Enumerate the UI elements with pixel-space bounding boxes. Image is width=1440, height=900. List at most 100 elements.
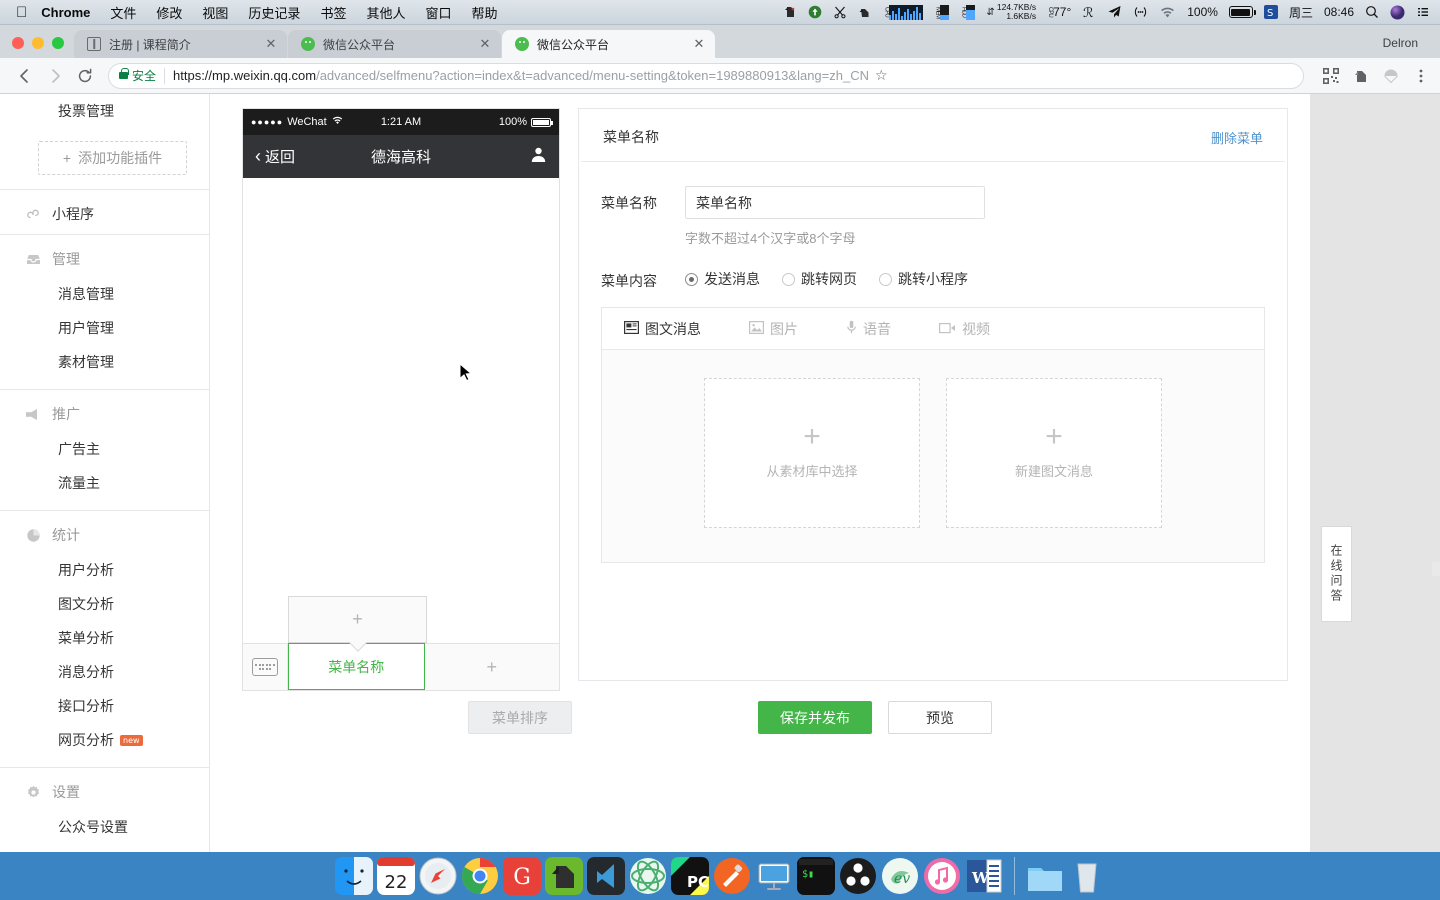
add-plugin-button[interactable]: + 添加功能插件 bbox=[38, 141, 187, 175]
menu-item-people[interactable]: 其他人 bbox=[366, 3, 405, 22]
dock-item-genymotion[interactable]: G bbox=[503, 857, 541, 895]
cpu-graph-icon[interactable]: CPU bbox=[883, 5, 923, 20]
dock-item-finder[interactable] bbox=[335, 857, 373, 895]
sidebar-item-user-management[interactable]: 用户管理 bbox=[0, 311, 209, 345]
temperature-indicator[interactable]: CPU 77° bbox=[1047, 5, 1071, 19]
dock-item-evernote[interactable] bbox=[545, 857, 583, 895]
select-from-library-dropzone[interactable]: + 从素材库中选择 bbox=[704, 378, 920, 528]
hdd-icon[interactable]: HDD bbox=[960, 5, 975, 20]
person-icon[interactable] bbox=[530, 146, 547, 168]
dots-circle-icon[interactable] bbox=[1133, 5, 1148, 19]
tab-voice[interactable]: 语音 bbox=[846, 319, 891, 339]
wifi-icon[interactable] bbox=[1159, 6, 1176, 19]
dock-item-atom[interactable] bbox=[629, 857, 667, 895]
reload-button-icon[interactable] bbox=[70, 61, 100, 91]
radio-send-message[interactable]: 发送消息 bbox=[685, 269, 760, 289]
chrome-profile-name[interactable]: Delron bbox=[1373, 33, 1428, 53]
arrow-up-circle-icon[interactable] bbox=[808, 5, 822, 19]
sidebar-item-article-analysis[interactable]: 图文分析 bbox=[0, 587, 209, 621]
add-menu-button[interactable]: + bbox=[425, 644, 560, 690]
browser-tab-3-active[interactable]: 微信公众平台 ✕ bbox=[502, 30, 715, 58]
sidebar-item-account-settings[interactable]: 公众号设置 bbox=[0, 810, 209, 844]
battery-icon[interactable] bbox=[1229, 6, 1253, 18]
browser-tab-1[interactable]: 注册 | 课程简介 ✕ bbox=[74, 30, 287, 58]
evernote-icon[interactable] bbox=[1352, 67, 1370, 85]
menu-item-help[interactable]: 帮助 bbox=[471, 3, 497, 22]
radio-open-miniprogram[interactable]: 跳转小程序 bbox=[879, 269, 968, 289]
evernote-status-icon[interactable] bbox=[783, 5, 797, 19]
tab-article-message[interactable]: 图文消息 bbox=[624, 319, 701, 339]
sidebar-item-vote-management[interactable]: 投票管理 bbox=[0, 94, 209, 128]
dock-item-word[interactable]: W bbox=[965, 857, 1003, 895]
forward-button-icon[interactable] bbox=[40, 61, 70, 91]
address-bar[interactable]: 安全 https://mp.weixin.qq.com/advanced/sel… bbox=[108, 63, 1304, 89]
dock-item-safari[interactable] bbox=[419, 857, 457, 895]
online-qa-tab[interactable]: 在线问答 bbox=[1321, 526, 1352, 622]
browser-tab-2[interactable]: 微信公众平台 ✕ bbox=[288, 30, 501, 58]
dock-item-pycharm[interactable]: PC bbox=[671, 857, 709, 895]
notification-center-icon[interactable] bbox=[1416, 5, 1430, 19]
siri-icon[interactable] bbox=[1390, 5, 1405, 20]
sidebar-item-message-management[interactable]: 消息管理 bbox=[0, 277, 209, 311]
menu-item-window[interactable]: 窗口 bbox=[425, 3, 451, 22]
menu-name-input[interactable] bbox=[685, 186, 985, 219]
sidebar-item-wechat-certification[interactable]: 微信认证 bbox=[0, 844, 209, 852]
network-speed-indicator[interactable]: ⇵ 124.7KB/s 1.6KB/s bbox=[986, 3, 1036, 21]
dock-item-trash[interactable] bbox=[1068, 857, 1106, 895]
sidebar-item-menu-analysis[interactable]: 菜单分析 bbox=[0, 621, 209, 655]
dock-item-xcode[interactable] bbox=[713, 857, 751, 895]
save-and-publish-button[interactable]: 保存并发布 bbox=[758, 701, 872, 734]
scissors-icon[interactable] bbox=[833, 5, 847, 19]
sidebar-item-advertiser[interactable]: 广告主 bbox=[0, 432, 209, 466]
clock-time[interactable]: 08:46 bbox=[1324, 5, 1354, 19]
keyboard-toggle-button[interactable] bbox=[243, 644, 288, 690]
dock-item-calendar[interactable]: 22 bbox=[377, 857, 415, 895]
menu-item-file[interactable]: 文件 bbox=[110, 3, 136, 22]
spotlight-search-icon[interactable] bbox=[1365, 5, 1379, 19]
tab-close-icon[interactable]: ✕ bbox=[691, 36, 707, 52]
back-button-icon[interactable] bbox=[10, 61, 40, 91]
submenu-add-panel[interactable]: + bbox=[288, 596, 427, 643]
dock-item-itunes[interactable] bbox=[923, 857, 961, 895]
menu-item-bookmarks[interactable]: 书签 bbox=[320, 3, 346, 22]
dock-item-obs[interactable] bbox=[839, 857, 877, 895]
sidebar-item-miniprogram[interactable]: 小程序 bbox=[0, 204, 209, 224]
sidebar-item-message-analysis[interactable]: 消息分析 bbox=[0, 655, 209, 689]
sidebar-item-webpage-analysis[interactable]: 网页分析new bbox=[0, 723, 209, 757]
paper-plane-icon[interactable] bbox=[1107, 5, 1122, 19]
menu-item-view[interactable]: 视图 bbox=[202, 3, 228, 22]
tab-close-icon[interactable]: ✕ bbox=[263, 36, 279, 52]
tab-image[interactable]: 图片 bbox=[749, 319, 798, 339]
memory-icon[interactable]: MEM bbox=[934, 5, 949, 20]
dock-item-vscode[interactable] bbox=[587, 857, 625, 895]
delete-menu-link[interactable]: 删除菜单 bbox=[1211, 128, 1263, 147]
side-panel-handle[interactable] bbox=[1432, 562, 1440, 576]
menu-item-chrome[interactable]: Chrome bbox=[41, 5, 90, 20]
chrome-menu-icon[interactable] bbox=[1412, 67, 1430, 85]
sidebar-item-user-analysis[interactable]: 用户分析 bbox=[0, 553, 209, 587]
menu-item-edit[interactable]: 修改 bbox=[156, 3, 182, 22]
sidebar-item-api-analysis[interactable]: 接口分析 bbox=[0, 689, 209, 723]
menu-item-history[interactable]: 历史记录 bbox=[248, 3, 300, 22]
window-close-button[interactable] bbox=[12, 37, 24, 49]
evernote-elephant-icon[interactable] bbox=[858, 5, 872, 19]
sidebar-item-traffic-owner[interactable]: 流量主 bbox=[0, 466, 209, 500]
dock-item-downloads-folder[interactable] bbox=[1026, 857, 1064, 895]
sogou-input-icon[interactable]: S bbox=[1264, 5, 1278, 19]
window-minimize-button[interactable] bbox=[32, 37, 44, 49]
sidebar-item-material-management[interactable]: 素材管理 bbox=[0, 345, 209, 379]
create-new-article-dropzone[interactable]: + 新建图文消息 bbox=[946, 378, 1162, 528]
tab-video[interactable]: 视频 bbox=[939, 319, 990, 339]
apple-logo-icon[interactable]:  bbox=[16, 5, 27, 20]
preview-button[interactable]: 预览 bbox=[888, 701, 992, 734]
dock-item-keynote[interactable] bbox=[755, 857, 793, 895]
clock-day[interactable]: 周三 bbox=[1289, 4, 1313, 21]
radio-open-webpage[interactable]: 跳转网页 bbox=[782, 269, 857, 289]
tab-close-icon[interactable]: ✕ bbox=[477, 36, 493, 52]
dock-item-chrome[interactable] bbox=[461, 857, 499, 895]
bookmark-star-icon[interactable]: ☆ bbox=[875, 67, 888, 84]
window-zoom-button[interactable] bbox=[52, 37, 64, 49]
parachute-icon[interactable] bbox=[1382, 67, 1400, 85]
alfred-icon[interactable]: ℛ bbox=[1082, 5, 1096, 19]
sort-menu-button[interactable]: 菜单排序 bbox=[468, 701, 572, 734]
